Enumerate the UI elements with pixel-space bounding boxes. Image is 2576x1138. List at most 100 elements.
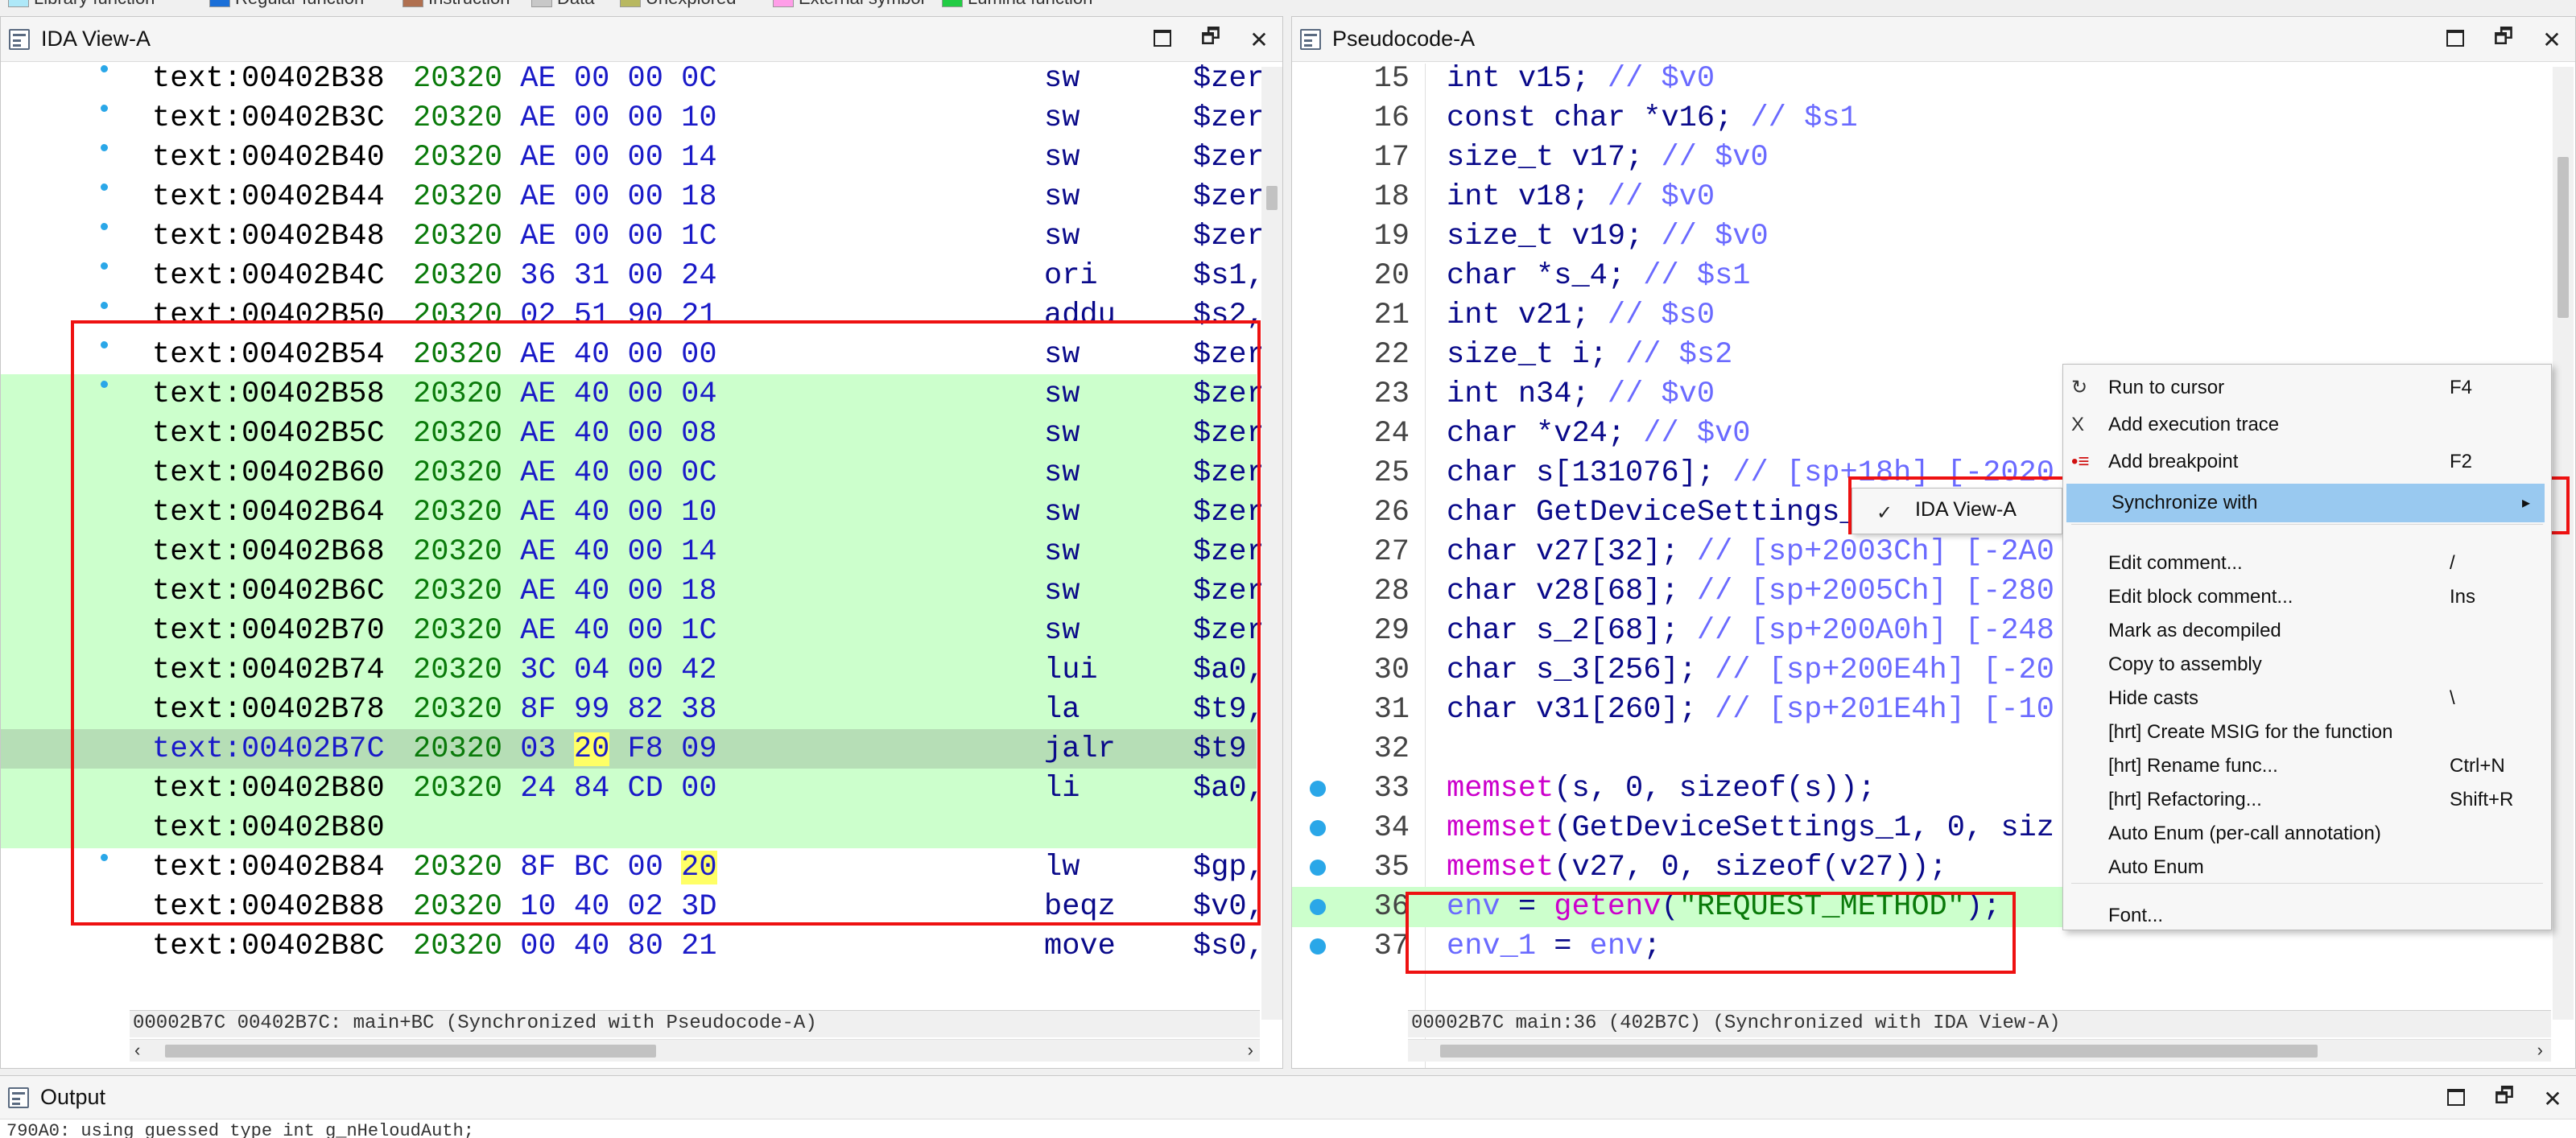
submenu-item-ida-view-a[interactable]: IDA View-A: [1915, 498, 2017, 522]
ida-vertical-scrollbar[interactable]: [1261, 67, 1282, 1020]
listing-row[interactable]: text:00402B8C 20320 00 40 80 21 move $s0,: [1, 926, 1265, 967]
listing-row[interactable]: text:00402B50 20320 02 51 90 21 addu $s2,: [1, 295, 1265, 336]
operand: $t9: [1193, 732, 1247, 766]
pseudocode-title: Pseudocode-A: [1332, 27, 1476, 51]
breakpoint-dot-icon[interactable]: [1310, 781, 1326, 797]
listing-row[interactable]: text:00402B64 20320 AE 40 00 10 sw $zer: [1, 493, 1265, 533]
type-keyword: char: [1447, 496, 1518, 530]
listing-row[interactable]: text:00402B58 20320 AE 40 00 04 sw $zer: [1, 374, 1265, 414]
listing-row[interactable]: text:00402B80: [1, 808, 1257, 848]
menu-item[interactable]: Auto Enum: [2063, 851, 2551, 884]
opcode-byte: 1C: [681, 614, 717, 648]
listing-row[interactable]: text:00402B6C 20320 AE 40 00 18 sw $zer: [1, 571, 1265, 612]
listing-row[interactable]: text:00402B54 20320 AE 40 00 00 sw $zer: [1, 335, 1265, 375]
pseudocode-line[interactable]: 15 int v15; // $v0: [1292, 64, 2548, 99]
mnemonic: li: [1044, 772, 1080, 806]
pseudocode-line[interactable]: 16 const char *v16; // $s1: [1292, 98, 2548, 138]
scroll-thumb[interactable]: [2557, 157, 2569, 318]
listing-row[interactable]: text:00402B7C 20320 03 20 F8 09 jalr $t9: [1, 729, 1257, 769]
listing-row[interactable]: text:00402B40 20320 AE 00 00 14 sw $zer: [1, 138, 1265, 178]
listing-row[interactable]: text:00402B60 20320 AE 40 00 0C sw $zer: [1, 453, 1265, 493]
menu-item[interactable]: [hrt] Create MSIG for the function: [2063, 715, 2551, 749]
scroll-thumb[interactable]: [165, 1045, 656, 1058]
float-window-icon[interactable]: 🗗: [2492, 1081, 2516, 1116]
opcode-bytes: 20320 AE 40 00 14: [413, 532, 717, 572]
listing-row[interactable]: text:00402B78 20320 8F 99 82 38 la $t9,: [1, 690, 1265, 730]
operand: $v0,: [1193, 890, 1265, 924]
menu-item[interactable]: [hrt] Refactoring... Shift+R: [2063, 783, 2551, 817]
listing-row[interactable]: text:00402B70 20320 AE 40 00 1C sw $zer: [1, 611, 1265, 651]
menu-item[interactable]: Mark as decompiled: [2063, 614, 2551, 648]
close-icon[interactable]: ✕: [2540, 27, 2564, 53]
menu-item[interactable]: Synchronize with ▸: [2066, 484, 2545, 522]
menu-item[interactable]: Auto Enum (per-call annotation): [2063, 817, 2551, 851]
listing-row[interactable]: text:00402B38 20320 AE 00 00 0C sw $zer: [1, 64, 1265, 99]
scroll-right-icon[interactable]: ›: [2537, 1040, 2543, 1061]
operand: $zer: [1193, 141, 1265, 175]
line-number: 24: [1373, 417, 1410, 451]
global-variable: env: [1589, 930, 1644, 963]
scroll-thumb[interactable]: [1440, 1045, 2318, 1058]
identifier: v28[68];: [1517, 575, 1679, 608]
legend-item: Unexplored: [620, 0, 737, 8]
listing-row[interactable]: text:00402B44 20320 AE 00 00 18 sw $zer: [1, 177, 1265, 217]
listing-row[interactable]: text:00402B80 20320 24 84 CD 00 li $a0,: [1, 769, 1265, 809]
pseudocode-horizontal-scrollbar[interactable]: ›: [1408, 1039, 2551, 1062]
pseudocode-vertical-scrollbar[interactable]: [2553, 67, 2574, 1020]
minimize-icon[interactable]: [1150, 27, 1174, 52]
output-panel[interactable]: Output 🗗 ✕ 790A0: using guessed type int…: [0, 1075, 2576, 1138]
breakpoint-dot-icon[interactable]: [1310, 899, 1326, 915]
float-window-icon[interactable]: 🗗: [2491, 22, 2516, 57]
context-menu[interactable]: ↻ Run to cursor F4 X Add execution trace •≡ Ad…: [2062, 364, 2552, 930]
menu-item[interactable]: •≡ Add breakpoint F2: [2063, 445, 2551, 479]
pseudocode-line[interactable]: 20 char *s_4; // $s1: [1292, 256, 2548, 296]
pseudocode-line[interactable]: 17 size_t v17; // $v0: [1292, 138, 2548, 178]
comment: // $v0: [1589, 377, 1715, 411]
close-icon[interactable]: ✕: [2541, 1086, 2565, 1112]
listing-row[interactable]: text:00402B5C 20320 AE 40 00 08 sw $zer: [1, 414, 1265, 454]
menu-item[interactable]: X Add execution trace: [2063, 408, 2551, 442]
menu-item[interactable]: Edit comment... /: [2063, 546, 2551, 580]
synchronize-submenu[interactable]: ✓ IDA View-A: [1852, 488, 2062, 534]
pseudocode-line[interactable]: 18 int v18; // $v0: [1292, 177, 2548, 217]
scroll-right-icon[interactable]: ›: [1248, 1040, 1253, 1061]
breakpoint-dot-icon[interactable]: [1310, 938, 1326, 955]
ida-view-panel[interactable]: IDA View-A 🗗 ✕ text:00402B38 20320 AE 00 …: [0, 16, 1283, 1069]
mnemonic: sw: [1044, 377, 1080, 411]
segment-value: 20320: [413, 259, 521, 293]
listing-row[interactable]: text:00402B48 20320 AE 00 00 1C sw $zer: [1, 216, 1265, 257]
close-icon[interactable]: ✕: [1247, 27, 1271, 53]
listing-row[interactable]: text:00402B74 20320 3C 04 00 42 lui $a0,: [1, 650, 1265, 691]
opcode-byte: 10: [520, 890, 556, 924]
type-keyword: size_t: [1447, 220, 1554, 254]
menu-item[interactable]: Hide casts \: [2063, 682, 2551, 715]
scroll-left-icon[interactable]: ‹: [134, 1040, 140, 1061]
pseudocode-line[interactable]: 21 int v21; // $s0: [1292, 295, 2548, 336]
listing-row[interactable]: text:00402B88 20320 10 40 02 3D beqz $v0,: [1, 887, 1265, 927]
pseudocode-line[interactable]: 19 size_t v19; // $v0: [1292, 216, 2548, 257]
minimize-icon[interactable]: [2444, 1086, 2468, 1111]
listing-row[interactable]: text:00402B84 20320 8F BC 00 20 lw $gp,: [1, 847, 1265, 888]
minimize-icon[interactable]: [2443, 27, 2467, 52]
listing-row[interactable]: text:00402B68 20320 AE 40 00 14 sw $zer: [1, 532, 1265, 572]
operand: $zer: [1193, 338, 1265, 372]
menu-item[interactable]: Copy to assembly: [2063, 648, 2551, 682]
operand: $zer: [1193, 64, 1265, 96]
listing-row[interactable]: text:00402B3C 20320 AE 00 00 10 sw $zer: [1, 98, 1265, 138]
menu-item[interactable]: Font...: [2063, 899, 2551, 933]
ida-horizontal-scrollbar[interactable]: ‹ ›: [130, 1039, 1260, 1062]
breakpoint-dot-icon[interactable]: [1310, 820, 1326, 836]
scroll-thumb[interactable]: [1266, 186, 1278, 210]
ida-listing[interactable]: text:00402B38 20320 AE 00 00 0C sw $zer text…: [1, 64, 1282, 1068]
opcode-byte: 51: [573, 299, 610, 332]
breakpoint-dot-icon[interactable]: [1310, 860, 1326, 876]
menu-item[interactable]: [hrt] Rename func... Ctrl+N: [2063, 749, 2551, 783]
segment-value: 20320: [413, 456, 521, 490]
menu-shortcut: Ins: [2450, 586, 2476, 608]
opcode-byte: 00: [627, 259, 663, 293]
float-window-icon[interactable]: 🗗: [1199, 22, 1223, 57]
listing-row[interactable]: text:00402B4C 20320 36 31 00 24 ori $s1,: [1, 256, 1265, 296]
menu-item[interactable]: ↻ Run to cursor F4: [2063, 371, 2551, 405]
opcode-byte: 00: [573, 101, 610, 135]
menu-item[interactable]: Edit block comment... Ins: [2063, 580, 2551, 614]
